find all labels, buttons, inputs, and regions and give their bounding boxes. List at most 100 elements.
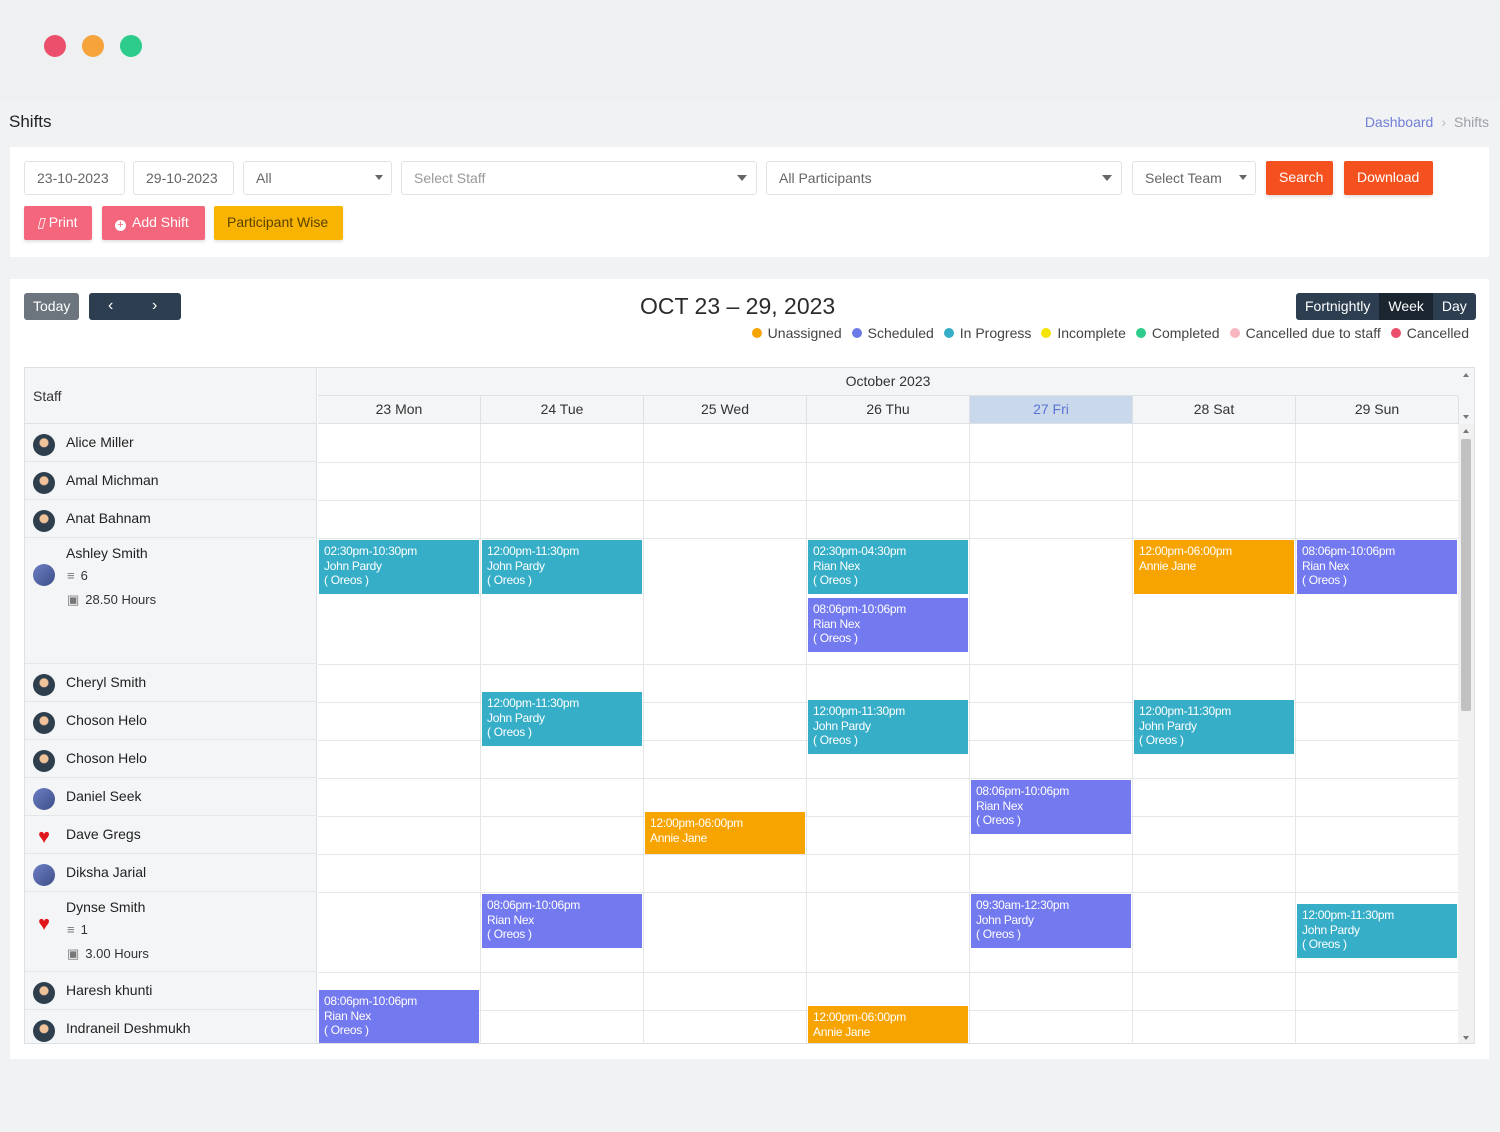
shift-event[interactable]: 08:06pm-10:06pm Rian Nex( Oreos ) (808, 598, 968, 652)
shift-event[interactable]: 08:06pm-10:06pm Rian Nex( Oreos ) (1297, 540, 1457, 594)
staff-row[interactable]: ♥ Dave Gregs (25, 816, 317, 854)
shift-person: John Pardy (1139, 718, 1197, 733)
view-toggle: Fortnightly Week Day (1296, 293, 1476, 320)
start-date-input[interactable]: 23-10-2023 (24, 161, 125, 195)
status-select[interactable]: All (243, 161, 392, 195)
chevron-left-icon[interactable]: ‹ (108, 297, 113, 315)
staff-row[interactable]: Choson Helo (25, 740, 317, 778)
view-week-button[interactable]: Week (1379, 293, 1433, 320)
shift-org: ( Oreos ) (976, 927, 1021, 941)
legend-label: Completed (1151, 325, 1220, 341)
day-column-divider (969, 424, 970, 1043)
legend-label: In Progress (959, 325, 1032, 341)
staff-row[interactable]: Indraneil Deshmukh (25, 1010, 317, 1043)
shift-time: 02:30pm-04:30pm (813, 544, 906, 558)
row-divider (318, 972, 1458, 973)
shift-org: ( Oreos ) (813, 733, 858, 747)
shift-event[interactable]: 08:06pm-10:06pm Rian Nex( Oreos ) (971, 780, 1131, 834)
scroll-down-arrow-icon[interactable] (1463, 415, 1469, 419)
day-header: 27 Fri (970, 396, 1133, 424)
shift-event[interactable]: 08:06pm-10:06pm Rian Nex( Oreos ) (319, 990, 479, 1043)
staff-row[interactable]: Daniel Seek (25, 778, 317, 816)
staff-row[interactable]: Haresh khunti (25, 972, 317, 1010)
scrollbar-thumb[interactable] (1461, 439, 1471, 711)
legend-item: Unassigned (751, 325, 842, 341)
window-close-dot[interactable] (44, 35, 66, 57)
grid-scrollbar[interactable] (1458, 424, 1474, 1043)
staff-name: Alice Miller (66, 434, 134, 450)
participant-wise-button[interactable]: Participant Wise (214, 206, 343, 240)
day-header: 23 Mon (318, 396, 481, 424)
staff-header-label: Staff (33, 388, 62, 404)
participants-select[interactable]: All Participants (766, 161, 1122, 195)
shift-event[interactable]: 12:00pm-11:30pm John Pardy( Oreos ) (808, 700, 968, 754)
row-divider (318, 664, 1458, 665)
shift-event[interactable]: 12:00pm-11:30pm John Pardy( Oreos ) (1134, 700, 1294, 754)
view-day-button[interactable]: Day (1433, 293, 1476, 320)
filter-panel: 23-10-2023 29-10-2023 All Select Staff A… (10, 147, 1489, 257)
shift-org: ( Oreos ) (976, 813, 1021, 827)
staff-row[interactable]: Cheryl Smith (25, 664, 317, 702)
search-button[interactable]: Search (1266, 161, 1333, 195)
print-button[interactable]: ▯ Print (24, 206, 92, 240)
staff-name: Indraneil Deshmukh (66, 1020, 191, 1036)
shift-event[interactable]: 12:00pm-11:30pm John Pardy( Oreos ) (1297, 904, 1457, 958)
staff-row[interactable]: Diksha Jarial (25, 854, 317, 892)
staff-name: Dynse Smith (66, 899, 146, 915)
today-button[interactable]: Today (24, 293, 79, 320)
shift-time: 12:00pm-11:30pm (487, 696, 580, 710)
staff-row[interactable]: Anat Bahnam (25, 500, 317, 538)
shift-event[interactable]: 08:06pm-10:06pm Rian Nex( Oreos ) (482, 894, 642, 948)
print-button-label: Print (48, 214, 78, 230)
breadcrumb-dashboard-link[interactable]: Dashboard (1365, 114, 1434, 130)
day-header: 26 Thu (807, 396, 970, 424)
staff-name: Cheryl Smith (66, 674, 147, 690)
row-divider (318, 854, 1458, 855)
shift-event[interactable]: 02:30pm-04:30pm Rian Nex( Oreos ) (808, 540, 968, 594)
shift-event[interactable]: 12:00pm-06:00pm Annie Jane (1134, 540, 1294, 594)
staff-row[interactable]: ♥ Dynse Smith ≡ 1 ▣ 3.00 Hours (25, 892, 317, 972)
window-titlebar (0, 0, 1500, 100)
shift-event[interactable]: 02:30pm-10:30pm John Pardy( Oreos ) (319, 540, 479, 594)
staff-row[interactable]: Choson Helo (25, 702, 317, 740)
shift-person: John Pardy (487, 710, 545, 725)
page-title: Shifts (9, 112, 52, 131)
shift-event[interactable]: 12:00pm-06:00pm Annie Jane (645, 812, 805, 854)
avatar (33, 674, 55, 696)
window-maximize-dot[interactable] (120, 35, 142, 57)
staff-select[interactable]: Select Staff (401, 161, 757, 195)
shift-person: John Pardy (976, 912, 1034, 927)
shift-event[interactable]: 12:00pm-11:30pm John Pardy( Oreos ) (482, 692, 642, 746)
add-shift-label: Add Shift (132, 214, 189, 230)
shift-person: Rian Nex (324, 1008, 371, 1023)
team-select[interactable]: Select Team (1132, 161, 1256, 195)
shift-person: Rian Nex (487, 912, 534, 927)
scroll-down-arrow-icon[interactable] (1463, 1036, 1469, 1040)
chevron-down-icon (375, 175, 383, 180)
shift-event[interactable]: 09:30am-12:30pm John Pardy( Oreos ) (971, 894, 1131, 948)
shift-time: 12:00pm-11:30pm (813, 704, 906, 718)
staff-row[interactable]: Ashley Smith ≡ 6 ▣ 28.50 Hours (25, 538, 317, 664)
heart-avatar-icon: ♥ (38, 913, 50, 935)
shift-time: 12:00pm-11:30pm (487, 544, 580, 558)
shift-person: John Pardy (324, 558, 382, 573)
shift-org: ( Oreos ) (324, 573, 369, 587)
scroll-up-arrow-icon[interactable] (1463, 373, 1469, 377)
download-button[interactable]: Download (1344, 161, 1433, 195)
staff-row[interactable]: Amal Michman (25, 462, 317, 500)
legend-label: Incomplete (1057, 325, 1126, 341)
add-shift-button[interactable]: + Add Shift (102, 206, 205, 240)
window-minimize-dot[interactable] (82, 35, 104, 57)
day-column-divider (1295, 424, 1296, 1043)
end-date-input[interactable]: 29-10-2023 (133, 161, 234, 195)
legend-item: Incomplete (1041, 325, 1126, 341)
shift-time: 08:06pm-10:06pm (324, 994, 417, 1008)
legend-label: Cancelled due to staff (1245, 325, 1381, 341)
staff-row[interactable]: Alice Miller (25, 424, 317, 462)
shift-event[interactable]: 12:00pm-11:30pm John Pardy( Oreos ) (482, 540, 642, 594)
scroll-up-arrow-icon[interactable] (1463, 429, 1469, 433)
shift-event[interactable]: 12:00pm-06:00pm Annie Jane (808, 1006, 968, 1043)
view-fortnightly-button[interactable]: Fortnightly (1296, 293, 1379, 320)
staff-name: Ashley Smith (66, 545, 148, 561)
chevron-right-icon[interactable]: › (152, 297, 157, 315)
